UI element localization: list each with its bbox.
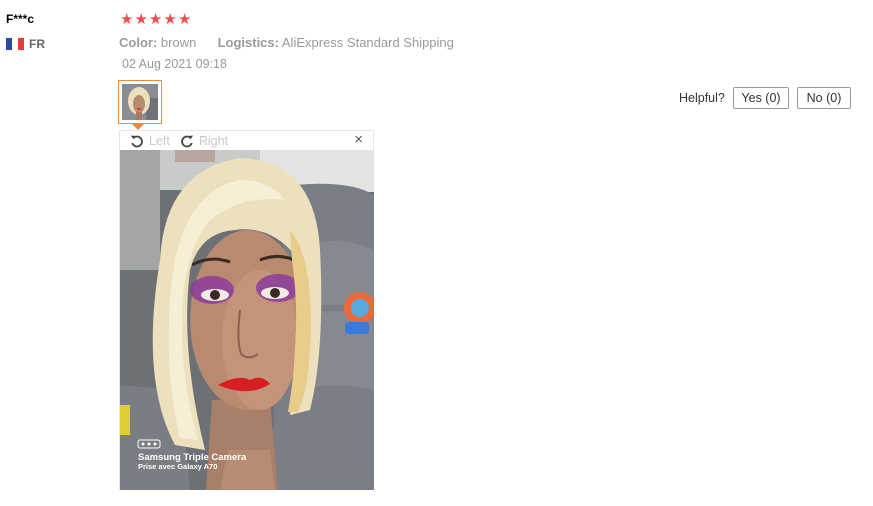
reviewer-country: FR xyxy=(6,37,45,51)
close-icon[interactable]: × xyxy=(354,132,363,148)
thumbnail-image xyxy=(122,84,158,120)
color-label: Color: xyxy=(119,35,158,50)
star-icon: ★ xyxy=(134,11,148,28)
review-photo-thumbnail[interactable] xyxy=(118,80,162,124)
helpful-no-button[interactable]: No (0) xyxy=(797,87,851,109)
rotate-left-icon xyxy=(130,135,143,147)
photo-viewer: Left Right × Samsung Triple Camera Prise… xyxy=(119,130,374,490)
star-icon: ★ xyxy=(148,11,163,28)
color-value: brown xyxy=(160,35,197,50)
rotate-right-icon xyxy=(181,135,194,147)
rotate-right-button[interactable]: Right xyxy=(179,133,228,149)
viewer-toolbar: Left Right × xyxy=(120,131,373,150)
star-icon: ★ xyxy=(163,11,177,28)
review-photo xyxy=(120,150,374,490)
rotate-right-label: Right xyxy=(198,133,229,148)
star-rating: ★ ★ ★ ★ ★ xyxy=(120,12,191,27)
reviewer-name: F***c xyxy=(6,12,35,26)
review-date: 02 Aug 2021 09:18 xyxy=(122,57,227,71)
rotate-left-label: Left xyxy=(149,133,170,148)
country-code: FR xyxy=(29,37,45,51)
france-flag-icon xyxy=(6,38,24,50)
rotate-left-button[interactable]: Left xyxy=(129,133,170,149)
logistics-label: Logistics: xyxy=(217,35,279,50)
star-icon: ★ xyxy=(120,11,134,28)
photo-watermark-subtitle: Prise avec Galaxy A70 xyxy=(138,462,218,471)
order-attributes: Color: brown Logistics: AliExpress Stand… xyxy=(119,35,454,50)
logistics-value: AliExpress Standard Shipping xyxy=(281,35,454,50)
helpful-yes-button[interactable]: Yes (0) xyxy=(733,87,789,109)
star-icon: ★ xyxy=(177,11,192,28)
helpful-label: Helpful? xyxy=(679,91,725,105)
